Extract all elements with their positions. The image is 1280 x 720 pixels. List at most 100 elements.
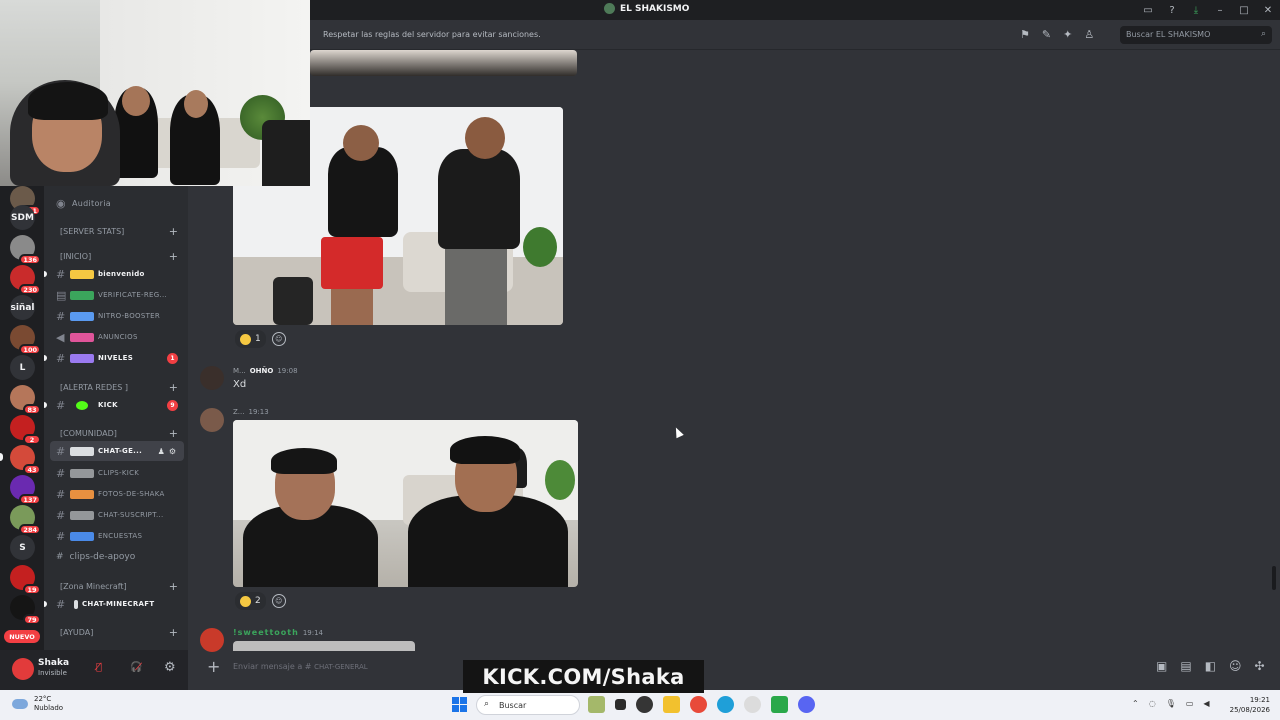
server-icon-5[interactable]: siñal [10,295,35,320]
weather-widget[interactable]: 22°C Nublado [12,695,63,713]
task-view-icon[interactable] [615,699,626,710]
category-zona-minecraft[interactable]: [Zona Minecraft] + [44,579,188,595]
server-icon-14[interactable]: 19 [10,565,41,595]
image-attachment-1[interactable] [310,50,577,76]
invite-icon[interactable]: ♟ [158,447,165,456]
microphone-icon[interactable]: 🎙 [1166,699,1176,708]
server-icon-6[interactable]: 100 [10,325,41,355]
gif-icon[interactable]: ▤ [1180,659,1191,673]
unread-pill [0,453,3,461]
chevron-up-icon[interactable]: ⌃ [1132,699,1139,708]
image-attachment-3[interactable] [233,420,578,587]
kick-overlay-banner: KICK.COM/Shaka [463,660,704,693]
channel-chat-general[interactable]: # chat-ge... ♟ ⚙ [50,441,184,461]
image-attachment-4[interactable] [233,641,415,651]
channel-fotos-de-shaka[interactable]: # fotos-de-shaka [44,484,188,504]
category-ayuda[interactable]: [AYUDA] + [44,625,188,641]
channel-chat-minecraft[interactable]: # chat-minecraft [44,594,188,614]
channel-clips-kick[interactable]: # clips-kick [44,463,188,483]
add-reaction-icon[interactable]: ☺ [271,594,286,608]
server-icon-3[interactable]: 136 [10,235,41,265]
notification-muted-icon[interactable]: ✎ [1042,28,1051,41]
category-inicio[interactable]: [INICIO] + [44,249,188,265]
pin-icon[interactable]: ✦ [1063,28,1072,41]
display-icon[interactable]: ▭ [1186,699,1194,708]
add-reaction-icon[interactable]: ☺ [271,332,286,346]
plus-icon[interactable]: + [169,381,178,394]
taskbar-search[interactable]: ⌕ Buscar [476,695,580,715]
file-explorer-icon[interactable] [663,696,680,713]
message-author[interactable]: M... [233,367,246,375]
taskbar-clock[interactable]: 19:21 25/08/2026 [1226,695,1270,715]
avatar[interactable] [12,658,34,680]
tray-app-icon[interactable]: ◌ [1149,699,1156,708]
server-icon-10[interactable]: 43 [10,445,41,475]
chrome-icon[interactable] [690,696,707,713]
server-icon-2[interactable]: SDM [10,205,35,230]
message-input[interactable]: Enviar mensaje a # CHAT-GENERAL [233,662,368,671]
mute-mic-icon[interactable]: 🎙̸ [96,662,102,673]
server-icon-13[interactable]: S [10,535,35,560]
category-comunidad[interactable]: [COMUNIDAD] + [44,426,188,442]
threads-icon[interactable]: ⚑ [1020,28,1030,41]
apps-icon[interactable]: ✣ [1255,659,1265,673]
attach-plus-icon[interactable]: + [207,657,220,676]
channel-bienvenido[interactable]: # bienvenido [44,264,188,284]
message-author[interactable]: !sweettooth [233,628,299,637]
reaction-laugh[interactable]: 1 [235,330,266,348]
gift-icon[interactable]: ▣ [1156,659,1167,673]
plus-icon[interactable]: + [169,626,178,639]
widgets-app-icon[interactable] [588,696,605,713]
volume-icon[interactable]: ◀ [1203,699,1209,708]
notes-app-icon[interactable] [771,696,788,713]
avatar[interactable] [200,628,224,652]
server-icon-8[interactable]: 83 [10,385,41,415]
user-settings-gear-icon[interactable]: ⚙ [164,660,176,675]
plus-icon[interactable]: + [169,427,178,440]
plus-icon[interactable]: + [169,225,178,238]
new-badge[interactable]: NUEVO [4,630,40,643]
server-icon-11[interactable]: 137 [10,475,41,505]
search-input[interactable]: Buscar EL SHAKISMO ⌕ [1120,26,1272,44]
minimize-button[interactable]: – [1208,5,1232,16]
plus-icon[interactable]: + [169,580,178,593]
avatar[interactable] [200,408,224,432]
maximize-button[interactable]: □ [1232,5,1256,16]
deafen-icon[interactable]: 🎧̸ [130,662,142,673]
server-icon-4[interactable]: 230 [10,265,41,295]
auditoria-item[interactable]: ◉ Auditoria [44,193,188,213]
plus-icon[interactable]: + [169,250,178,263]
edge-icon[interactable] [717,696,734,713]
channel-clips-de-apoyo[interactable]: # clips-de-apoyo [56,552,135,562]
app-icon[interactable] [744,696,761,713]
member-list-icon[interactable]: ♙ [1084,28,1094,41]
server-icon-7[interactable]: L [10,355,35,380]
close-button[interactable]: ✕ [1256,5,1280,16]
channel-kick[interactable]: # kick 9 [44,395,188,415]
server-icon-9[interactable]: 2 [10,415,41,445]
help-icon[interactable]: ? [1160,5,1184,16]
server-icon-15[interactable]: 79 [10,595,41,625]
download-icon[interactable]: ⤓ [1184,5,1208,16]
channel-verificate[interactable]: ▤ verificate-reg... [44,285,188,305]
windows-start-icon[interactable] [452,697,467,712]
gear-icon[interactable]: ⚙ [169,447,176,456]
discord-app-icon[interactable] [798,696,815,713]
category-server-stats[interactable]: [SERVER STATS] + [44,224,188,240]
inbox-icon[interactable]: ▭ [1136,5,1160,16]
channel-encuestas[interactable]: # encuestas [44,526,188,546]
channel-niveles[interactable]: # niveles 1 [44,348,188,368]
channel-nitro-booster[interactable]: # nitro-booster [44,306,188,326]
sticker-icon[interactable]: ◧ [1205,659,1216,673]
channel-chat-suscript[interactable]: # chat-suscript... [44,505,188,525]
reaction-laugh[interactable]: 2 [235,592,266,610]
obs-icon[interactable] [636,696,653,713]
avatar[interactable] [200,366,224,390]
server-icon-12[interactable]: 284 [10,505,41,535]
server-label: S [19,542,26,553]
message-author[interactable]: Z... [233,408,244,416]
category-alerta-redes[interactable]: [ALERTA REDES ] + [44,380,188,396]
channel-anuncios[interactable]: ◀ anuncios [44,327,188,347]
scrollbar[interactable] [1272,566,1276,590]
emoji-icon[interactable]: ☺ [1229,659,1242,673]
